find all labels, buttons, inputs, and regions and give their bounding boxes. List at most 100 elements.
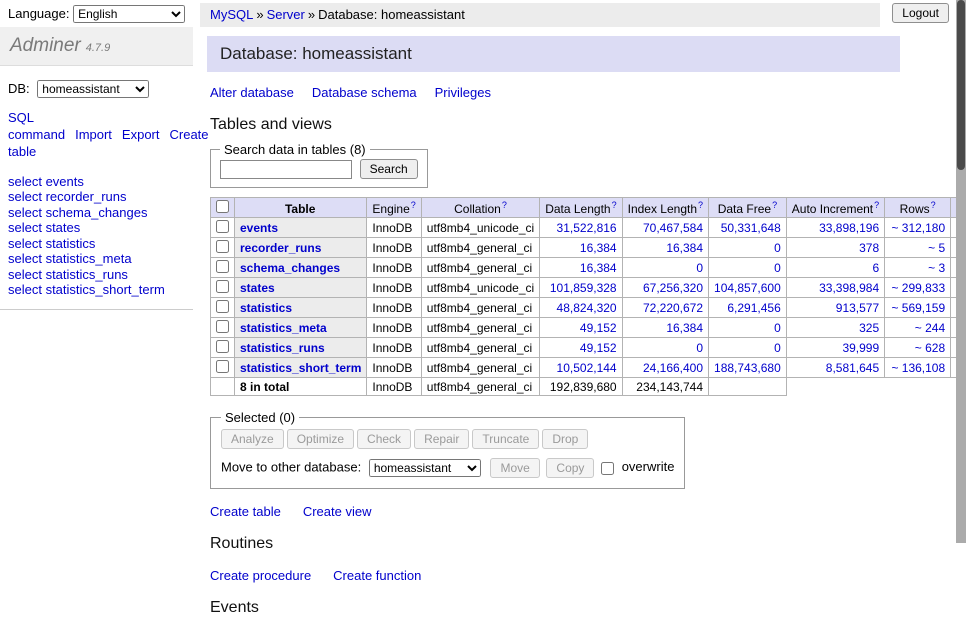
db-select[interactable]: homeassistant — [37, 80, 149, 98]
table-name-link[interactable]: statistics_short_term — [240, 361, 361, 375]
select-all-checkbox[interactable] — [216, 200, 229, 213]
rows-count-link[interactable]: ~ 312,180 — [891, 221, 945, 235]
search-button[interactable]: Search — [360, 159, 418, 179]
index-length-link[interactable]: 67,256,320 — [643, 281, 703, 295]
row-checkbox[interactable] — [216, 340, 229, 353]
create-link[interactable]: Create view — [303, 504, 372, 519]
rows-count-link[interactable]: ~ 244 — [915, 321, 945, 335]
routine-link[interactable]: Create function — [333, 568, 421, 583]
create-link[interactable]: Create table — [210, 504, 281, 519]
column-help-link[interactable]: ? — [874, 200, 879, 210]
index-length-link[interactable]: 70,467,584 — [643, 221, 703, 235]
index-length-link[interactable]: 16,384 — [666, 321, 703, 335]
table-name-link[interactable]: statistics_runs — [240, 341, 325, 355]
table-name-link[interactable]: statistics — [240, 301, 292, 315]
data-free-link[interactable]: 0 — [774, 321, 781, 335]
auto-increment-link[interactable]: 913,577 — [836, 301, 879, 315]
page-scrollbar[interactable] — [956, 0, 966, 543]
column-help-link[interactable]: ? — [612, 200, 617, 210]
sidebar-select-table-link[interactable]: select statistics_short_term — [8, 283, 185, 296]
sidebar-link[interactable]: SQL command — [8, 110, 65, 142]
selected-action-button[interactable]: Drop — [542, 429, 588, 449]
copy-button[interactable]: Copy — [546, 458, 594, 478]
move-button[interactable]: Move — [490, 458, 539, 478]
index-length-link[interactable]: 24,166,400 — [643, 361, 703, 375]
table-name-link[interactable]: schema_changes — [240, 261, 340, 275]
sidebar-select-table-link[interactable]: select schema_changes — [8, 206, 185, 219]
selected-action-button[interactable]: Analyze — [221, 429, 284, 449]
data-free-link[interactable]: 188,743,680 — [714, 361, 781, 375]
scrollbar-thumb[interactable] — [957, 0, 965, 170]
adminer-link[interactable]: Adminer — [10, 35, 81, 56]
index-length-link[interactable]: 0 — [696, 261, 703, 275]
search-input[interactable] — [220, 160, 352, 179]
data-free-link[interactable]: 6,291,456 — [727, 301, 780, 315]
row-checkbox[interactable] — [216, 240, 229, 253]
row-checkbox[interactable] — [216, 360, 229, 373]
data-length-link[interactable]: 16,384 — [580, 241, 617, 255]
index-length-link[interactable]: 72,220,672 — [643, 301, 703, 315]
table-name-link[interactable]: states — [240, 281, 275, 295]
auto-increment-link[interactable]: 39,999 — [842, 341, 879, 355]
column-help-link[interactable]: ? — [698, 200, 703, 210]
rows-count-link[interactable]: ~ 5 — [928, 241, 945, 255]
rows-count-link[interactable]: ~ 628 — [915, 341, 945, 355]
data-length-link[interactable]: 31,522,816 — [557, 221, 617, 235]
index-length-link[interactable]: 16,384 — [666, 241, 703, 255]
move-db-select[interactable]: homeassistant — [369, 459, 481, 477]
logout-button[interactable]: Logout — [892, 3, 949, 23]
table-name-link[interactable]: statistics_meta — [240, 321, 327, 335]
row-checkbox[interactable] — [216, 260, 229, 273]
column-help-link[interactable]: ? — [931, 200, 936, 210]
data-free-link[interactable]: 0 — [774, 261, 781, 275]
auto-increment-link[interactable]: 6 — [872, 261, 879, 275]
data-free-link[interactable]: 0 — [774, 241, 781, 255]
auto-increment-link[interactable]: 8,581,645 — [826, 361, 879, 375]
selected-action-button[interactable]: Truncate — [472, 429, 539, 449]
sidebar-select-table-link[interactable]: select events — [8, 175, 185, 188]
data-free-link[interactable]: 0 — [774, 341, 781, 355]
auto-increment-link[interactable]: 325 — [859, 321, 879, 335]
selected-action-button[interactable]: Optimize — [287, 429, 354, 449]
rows-count-link[interactable]: ~ 136,108 — [891, 361, 945, 375]
data-length-link[interactable]: 10,502,144 — [557, 361, 617, 375]
rows-count-link[interactable]: ~ 299,833 — [891, 281, 945, 295]
auto-increment-link[interactable]: 378 — [859, 241, 879, 255]
rows-count-link[interactable]: ~ 3 — [928, 261, 945, 275]
data-length-link[interactable]: 16,384 — [580, 261, 617, 275]
data-length-link[interactable]: 101,859,328 — [550, 281, 617, 295]
sidebar-link[interactable]: Export — [122, 127, 160, 142]
row-checkbox[interactable] — [216, 300, 229, 313]
column-help-link[interactable]: ? — [502, 200, 507, 210]
database-action-link[interactable]: Database schema — [312, 85, 417, 100]
auto-increment-link[interactable]: 33,398,984 — [819, 281, 879, 295]
sidebar-select-table-link[interactable]: select states — [8, 221, 185, 234]
sidebar-select-table-link[interactable]: select statistics_meta — [8, 252, 185, 265]
sidebar-link[interactable]: Import — [75, 127, 112, 142]
column-help-link[interactable]: ? — [411, 200, 416, 210]
sidebar-select-table-link[interactable]: select statistics — [8, 237, 185, 250]
data-length-link[interactable]: 49,152 — [580, 321, 617, 335]
overwrite-checkbox[interactable] — [601, 462, 614, 475]
breadcrumb-server-link[interactable]: Server — [267, 7, 305, 22]
sidebar-select-table-link[interactable]: select statistics_runs — [8, 268, 185, 281]
rows-count-link[interactable]: ~ 569,159 — [891, 301, 945, 315]
table-name-link[interactable]: events — [240, 221, 278, 235]
auto-increment-link[interactable]: 33,898,196 — [819, 221, 879, 235]
data-free-link[interactable]: 50,331,648 — [721, 221, 781, 235]
routine-link[interactable]: Create procedure — [210, 568, 311, 583]
data-length-link[interactable]: 48,824,320 — [557, 301, 617, 315]
selected-action-button[interactable]: Check — [357, 429, 411, 449]
language-select[interactable]: English — [73, 5, 185, 23]
row-checkbox[interactable] — [216, 280, 229, 293]
database-action-link[interactable]: Alter database — [210, 85, 294, 100]
database-action-link[interactable]: Privileges — [435, 85, 491, 100]
data-length-link[interactable]: 49,152 — [580, 341, 617, 355]
data-free-link[interactable]: 104,857,600 — [714, 281, 781, 295]
table-name-link[interactable]: recorder_runs — [240, 241, 321, 255]
selected-action-button[interactable]: Repair — [414, 429, 469, 449]
breadcrumb-mysql-link[interactable]: MySQL — [210, 7, 253, 22]
sidebar-select-table-link[interactable]: select recorder_runs — [8, 190, 185, 203]
row-checkbox[interactable] — [216, 220, 229, 233]
row-checkbox[interactable] — [216, 320, 229, 333]
